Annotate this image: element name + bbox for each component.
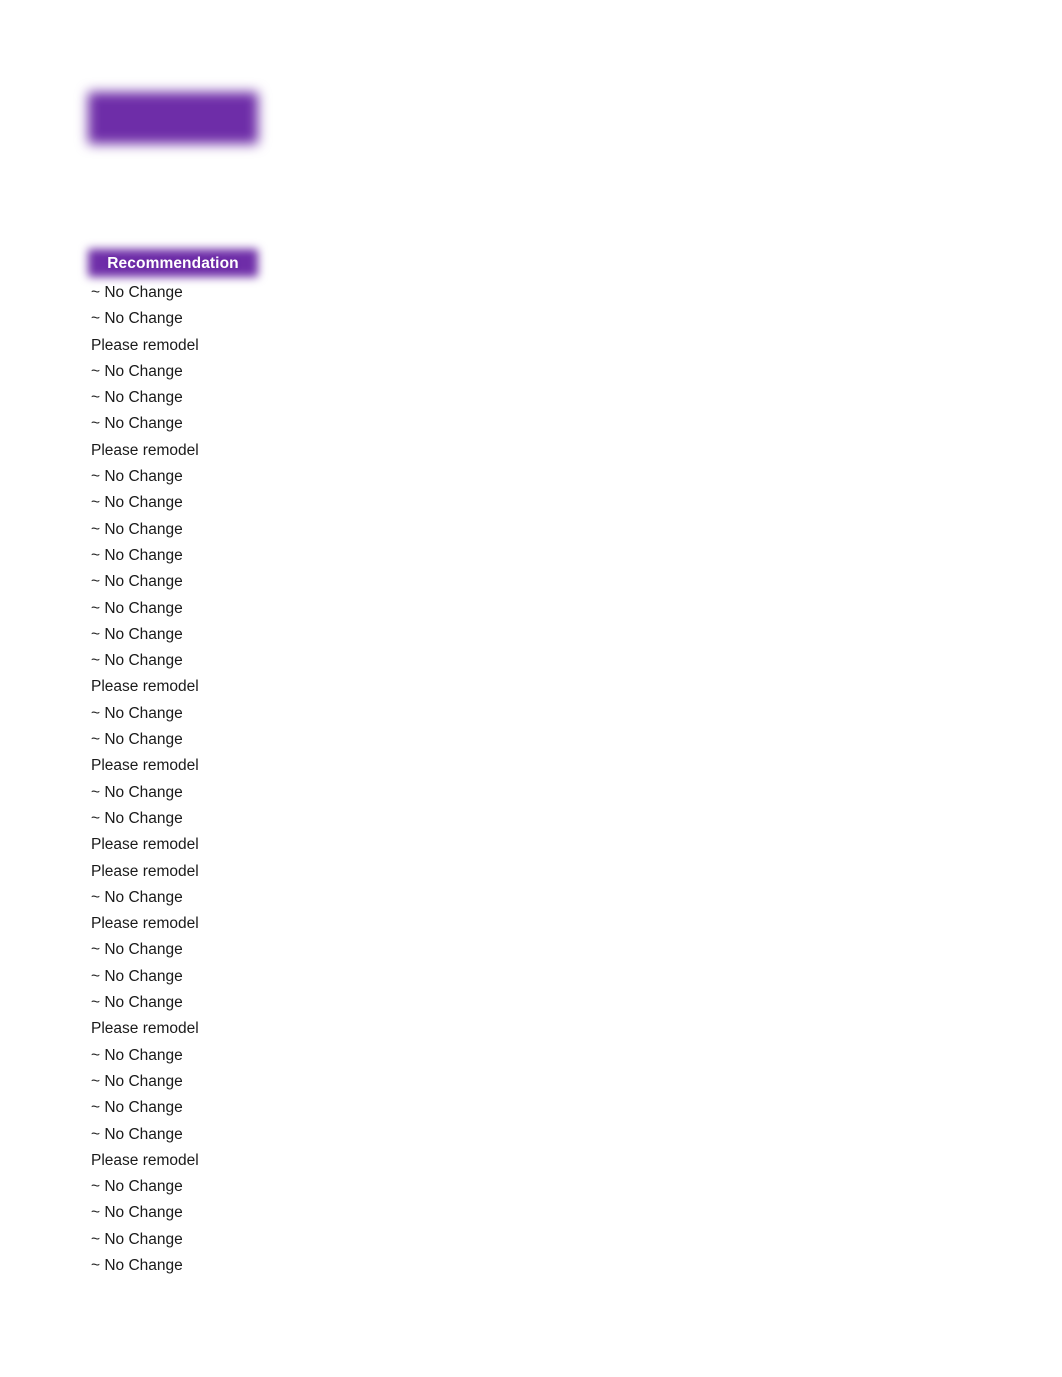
recommendation-column: ~ No Change ~ No Change Please remodel ~ No…: [91, 280, 291, 1279]
table-row[interactable]: ~ No Change: [91, 648, 291, 674]
table-row[interactable]: ~ No Change: [91, 990, 291, 1016]
table-row[interactable]: ~ No Change: [91, 1122, 291, 1148]
table-row[interactable]: ~ No Change: [91, 622, 291, 648]
table-row[interactable]: ~ No Change: [91, 885, 291, 911]
table-row[interactable]: ~ No Change: [91, 517, 291, 543]
spreadsheet-canvas: Recommendation ~ No Change ~ No Change Ple…: [0, 0, 1062, 1377]
table-row[interactable]: ~ No Change: [91, 464, 291, 490]
table-row[interactable]: Please remodel: [91, 333, 291, 359]
table-row[interactable]: ~ No Change: [91, 306, 291, 332]
table-row[interactable]: ~ No Change: [91, 596, 291, 622]
table-row[interactable]: ~ No Change: [91, 727, 291, 753]
table-row[interactable]: Please remodel: [91, 753, 291, 779]
table-row[interactable]: Please remodel: [91, 832, 291, 858]
table-row[interactable]: ~ No Change: [91, 1043, 291, 1069]
table-row[interactable]: ~ No Change: [91, 1174, 291, 1200]
table-row[interactable]: Please remodel: [91, 674, 291, 700]
table-row[interactable]: Please remodel: [91, 911, 291, 937]
table-row[interactable]: Please remodel: [91, 859, 291, 885]
title-banner[interactable]: [88, 92, 258, 144]
table-row[interactable]: ~ No Change: [91, 569, 291, 595]
table-row[interactable]: ~ No Change: [91, 411, 291, 437]
table-row[interactable]: ~ No Change: [91, 937, 291, 963]
column-header-label: Recommendation: [107, 255, 239, 272]
table-row[interactable]: ~ No Change: [91, 780, 291, 806]
table-row[interactable]: ~ No Change: [91, 385, 291, 411]
table-row[interactable]: ~ No Change: [91, 543, 291, 569]
table-row[interactable]: ~ No Change: [91, 1227, 291, 1253]
table-row[interactable]: Please remodel: [91, 1148, 291, 1174]
table-row[interactable]: ~ No Change: [91, 280, 291, 306]
table-row[interactable]: ~ No Change: [91, 964, 291, 990]
table-row[interactable]: Please remodel: [91, 438, 291, 464]
table-row[interactable]: ~ No Change: [91, 1095, 291, 1121]
table-row[interactable]: ~ No Change: [91, 1200, 291, 1226]
table-row[interactable]: ~ No Change: [91, 359, 291, 385]
column-header-recommendation[interactable]: Recommendation: [82, 246, 264, 282]
table-row[interactable]: ~ No Change: [91, 806, 291, 832]
table-row[interactable]: ~ No Change: [91, 1253, 291, 1279]
table-row[interactable]: ~ No Change: [91, 490, 291, 516]
table-row[interactable]: ~ No Change: [91, 701, 291, 727]
table-row[interactable]: Please remodel: [91, 1016, 291, 1042]
table-row[interactable]: ~ No Change: [91, 1069, 291, 1095]
